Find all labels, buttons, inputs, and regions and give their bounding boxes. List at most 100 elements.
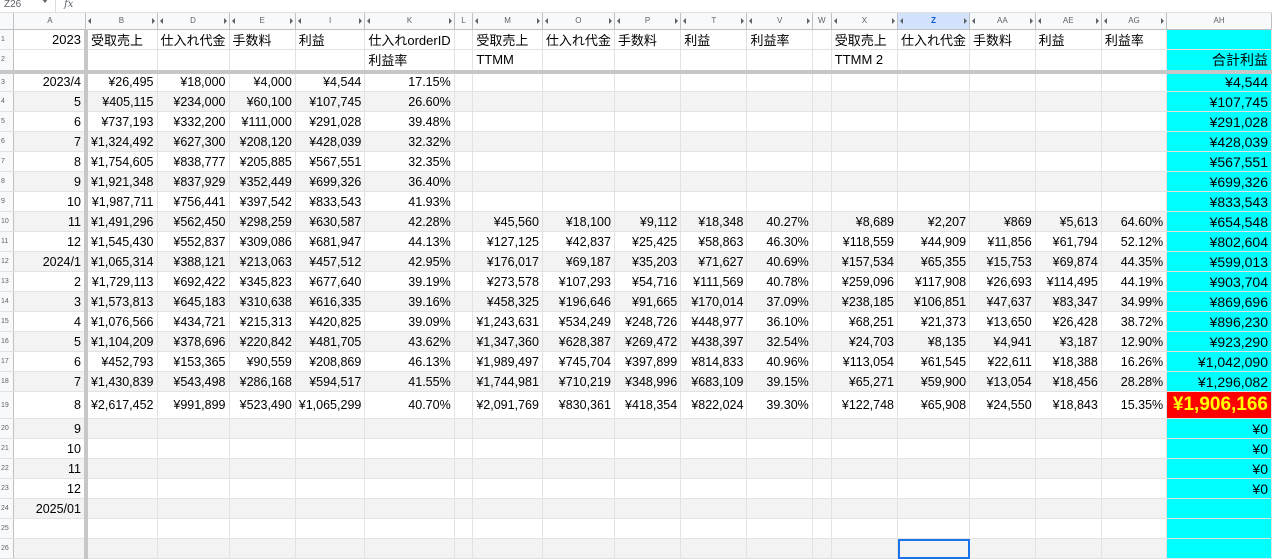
month-cell[interactable]: 11 <box>13 211 88 232</box>
g1-purchase-header[interactable]: 仕入れ代金 <box>157 29 230 50</box>
row-header[interactable]: 4 <box>0 91 15 112</box>
value-cell[interactable] <box>1035 518 1102 539</box>
value-cell[interactable]: ¥54,716 <box>614 271 682 292</box>
g3-fee-header[interactable]: 手数料 <box>969 29 1036 50</box>
cell[interactable] <box>13 49 88 74</box>
value-cell[interactable] <box>1101 191 1168 212</box>
value-cell[interactable]: ¥269,472 <box>614 331 682 352</box>
column-header-z[interactable]: Z <box>897 13 971 30</box>
hidden-columns-right-icon[interactable] <box>223 18 227 24</box>
value-cell[interactable] <box>746 418 813 439</box>
value-cell[interactable]: ¥118,559 <box>831 231 899 252</box>
value-cell[interactable] <box>746 91 813 112</box>
value-cell[interactable] <box>157 478 230 499</box>
total-profit-cell[interactable]: ¥291,028 <box>1166 111 1272 132</box>
row-header[interactable]: 19 <box>0 391 15 419</box>
value-cell[interactable]: 15.35% <box>1101 391 1168 419</box>
value-cell[interactable]: ¥1,987,711 <box>85 191 158 212</box>
hidden-columns-left-icon[interactable] <box>297 18 301 24</box>
value-cell[interactable]: 41.55% <box>364 371 455 392</box>
value-cell[interactable]: 40.69% <box>746 251 813 272</box>
value-cell[interactable] <box>614 438 682 459</box>
g2-profit-header[interactable]: 利益 <box>680 29 748 50</box>
value-cell[interactable]: ¥397,899 <box>614 351 682 372</box>
value-cell[interactable] <box>614 151 682 172</box>
value-cell[interactable] <box>295 518 366 539</box>
value-cell[interactable] <box>364 438 455 459</box>
cell[interactable] <box>812 111 832 132</box>
value-cell[interactable]: ¥710,219 <box>542 371 615 392</box>
value-cell[interactable]: ¥170,014 <box>680 291 748 312</box>
year-cell[interactable]: 2023 <box>13 29 88 50</box>
value-cell[interactable]: ¥837,929 <box>157 171 230 192</box>
value-cell[interactable]: ¥428,039 <box>295 131 366 152</box>
cell[interactable] <box>542 49 615 74</box>
value-cell[interactable]: ¥2,091,769 <box>472 391 543 419</box>
value-cell[interactable] <box>364 518 455 539</box>
value-cell[interactable] <box>1035 498 1102 519</box>
value-cell[interactable]: ¥298,259 <box>229 211 296 232</box>
value-cell[interactable]: ¥83,347 <box>1035 291 1102 312</box>
column-header-i[interactable]: I <box>295 13 366 30</box>
value-cell[interactable] <box>85 478 158 499</box>
cell[interactable] <box>454 478 474 499</box>
row-header[interactable]: 1 <box>0 29 15 50</box>
row-header[interactable]: 6 <box>0 131 15 152</box>
value-cell[interactable]: ¥26,495 <box>85 71 158 92</box>
value-cell[interactable] <box>364 498 455 519</box>
value-cell[interactable] <box>969 111 1036 132</box>
month-cell[interactable]: 10 <box>13 191 88 212</box>
value-cell[interactable] <box>897 538 971 559</box>
value-cell[interactable]: 42.95% <box>364 251 455 272</box>
total-profit-cell[interactable]: ¥833,543 <box>1166 191 1272 212</box>
cell[interactable] <box>812 211 832 232</box>
cell[interactable] <box>454 331 474 352</box>
value-cell[interactable] <box>614 518 682 539</box>
value-cell[interactable] <box>472 131 543 152</box>
value-cell[interactable]: ¥348,996 <box>614 371 682 392</box>
value-cell[interactable] <box>680 478 748 499</box>
row-header[interactable]: 26 <box>0 538 15 559</box>
value-cell[interactable]: ¥594,517 <box>295 371 366 392</box>
total-profit-cell[interactable]: ¥107,745 <box>1166 91 1272 112</box>
value-cell[interactable] <box>364 478 455 499</box>
value-cell[interactable] <box>472 111 543 132</box>
month-cell[interactable] <box>13 538 88 559</box>
cell[interactable] <box>454 438 474 459</box>
value-cell[interactable]: 44.13% <box>364 231 455 252</box>
value-cell[interactable] <box>969 191 1036 212</box>
total-profit-cell[interactable]: ¥699,326 <box>1166 171 1272 192</box>
cell[interactable] <box>1101 49 1168 74</box>
value-cell[interactable]: 40.70% <box>364 391 455 419</box>
value-cell[interactable] <box>969 438 1036 459</box>
cell[interactable] <box>454 351 474 372</box>
total-profit-cell[interactable]: ¥0 <box>1166 418 1272 439</box>
cell[interactable] <box>454 91 474 112</box>
hidden-columns-right-icon[interactable] <box>1095 18 1099 24</box>
row-header[interactable]: 5 <box>0 111 15 132</box>
value-cell[interactable] <box>680 71 748 92</box>
hidden-columns-left-icon[interactable] <box>972 18 976 24</box>
value-cell[interactable] <box>229 418 296 439</box>
value-cell[interactable] <box>897 111 971 132</box>
cell[interactable] <box>229 49 296 74</box>
value-cell[interactable]: ¥405,115 <box>85 91 158 112</box>
month-cell[interactable]: 2025/01 <box>13 498 88 519</box>
value-cell[interactable] <box>1035 151 1102 172</box>
value-cell[interactable] <box>614 478 682 499</box>
cell[interactable] <box>1035 49 1102 74</box>
cell[interactable] <box>812 311 832 332</box>
hidden-columns-right-icon[interactable] <box>359 18 363 24</box>
value-cell[interactable]: ¥220,842 <box>229 331 296 352</box>
value-cell[interactable] <box>229 478 296 499</box>
value-cell[interactable] <box>157 418 230 439</box>
value-cell[interactable] <box>969 478 1036 499</box>
cell[interactable] <box>812 291 832 312</box>
value-cell[interactable]: ¥25,425 <box>614 231 682 252</box>
value-cell[interactable] <box>542 478 615 499</box>
value-cell[interactable]: ¥18,388 <box>1035 351 1102 372</box>
value-cell[interactable]: ¥1,430,839 <box>85 371 158 392</box>
column-header-aa[interactable]: AA <box>969 13 1036 30</box>
hidden-columns-left-icon[interactable] <box>1037 18 1041 24</box>
value-cell[interactable]: ¥176,017 <box>472 251 543 272</box>
